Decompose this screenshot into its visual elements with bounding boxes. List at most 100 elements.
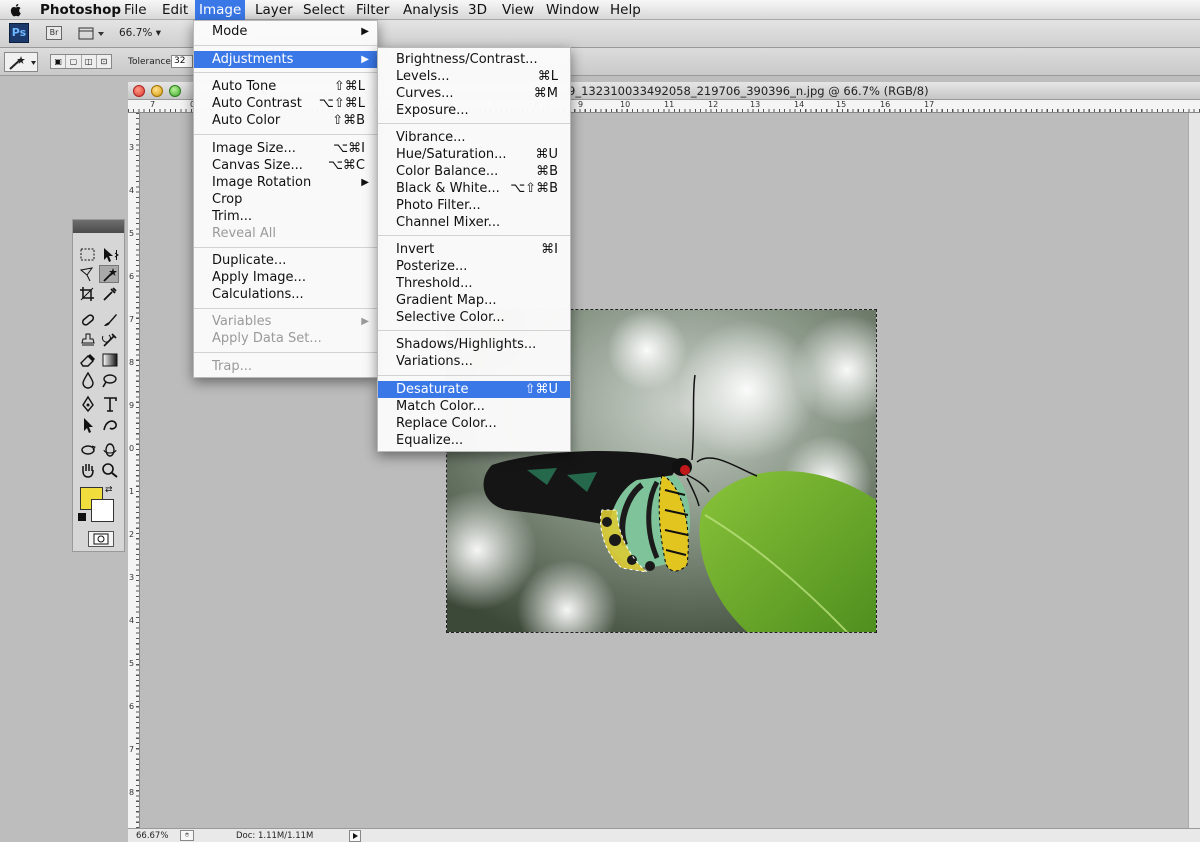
vertical-scrollbar[interactable]: [1188, 113, 1200, 828]
adjustments-item-desaturate[interactable]: Desaturate ⇧⌘U: [378, 381, 570, 398]
new-selection-icon[interactable]: ▣: [51, 55, 67, 68]
vertical-ruler[interactable]: 3456789012345678910: [128, 113, 140, 840]
image-menu-item-duplicate[interactable]: Duplicate...: [194, 252, 377, 269]
selection-mode-buttons[interactable]: ▣ ▢ ◫ ⊡: [50, 54, 112, 69]
adjustments-item-shadows-highlights[interactable]: Shadows/Highlights...: [378, 336, 570, 353]
image-menu-item-crop[interactable]: Crop: [194, 191, 377, 208]
menu-window[interactable]: Window: [546, 2, 599, 18]
menu-layer[interactable]: Layer: [255, 2, 293, 18]
blur-tool[interactable]: [78, 371, 98, 389]
adjustments-item-vibrance[interactable]: Vibrance...: [378, 129, 570, 146]
crop-tool[interactable]: [78, 285, 98, 303]
view-extras-button[interactable]: [78, 26, 106, 41]
adjustments-item-match-color[interactable]: Match Color...: [378, 398, 570, 415]
image-menu-item-auto-tone[interactable]: Auto Tone ⇧⌘L: [194, 78, 377, 95]
adjustments-item-hue-saturation[interactable]: Hue/Saturation... ⌘U: [378, 146, 570, 163]
menu-3d[interactable]: 3D: [468, 2, 487, 18]
adjustments-item-channel-mixer[interactable]: Channel Mixer...: [378, 214, 570, 231]
menu-file[interactable]: File: [124, 2, 147, 18]
intersect-selection-icon[interactable]: ⊡: [97, 55, 111, 68]
adjustments-item-posterize[interactable]: Posterize...: [378, 258, 570, 275]
adjustments-item-color-balance[interactable]: Color Balance... ⌘B: [378, 163, 570, 180]
menu-select[interactable]: Select: [303, 2, 345, 18]
eyedropper-tool[interactable]: [100, 285, 120, 303]
image-menu-item-adjustments[interactable]: Adjustments ▶: [194, 51, 377, 68]
menu-view[interactable]: View: [502, 2, 534, 18]
status-zoom-level[interactable]: 66.67%: [136, 831, 168, 841]
ruler-top-label: 12: [708, 100, 719, 109]
rectangular-marquee-tool[interactable]: [78, 246, 98, 264]
brush-tool[interactable]: [100, 311, 120, 329]
image-menu-item-image-size[interactable]: Image Size... ⌥⌘I: [194, 140, 377, 157]
pen-tool[interactable]: [78, 395, 98, 413]
menu-filter[interactable]: Filter: [356, 2, 389, 18]
adjustments-item-threshold[interactable]: Threshold...: [378, 275, 570, 292]
image-menu-item-apply-image[interactable]: Apply Image...: [194, 269, 377, 286]
lasso-tool[interactable]: [78, 265, 98, 283]
tool-preset-picker[interactable]: [4, 52, 38, 72]
swap-colors-icon[interactable]: ⇄: [105, 485, 113, 495]
launch-bridge-button[interactable]: Br: [46, 26, 62, 40]
zoom-level-select[interactable]: 66.7% ▾: [119, 27, 161, 39]
adjustments-item-curves[interactable]: Curves... ⌘M: [378, 85, 570, 102]
adjustments-item-exposure[interactable]: Exposure...: [378, 102, 570, 119]
apple-icon[interactable]: [9, 2, 23, 18]
ruler-left-label: 0: [129, 444, 135, 453]
adjustments-item-equalize[interactable]: Equalize...: [378, 432, 570, 449]
type-tool[interactable]: [100, 395, 120, 413]
3d-orbit-tool[interactable]: [100, 441, 120, 459]
tools-panel-header[interactable]: [73, 220, 124, 233]
adjustments-item-replace-color[interactable]: Replace Color...: [378, 415, 570, 432]
adjustments-item-brightness-contrast[interactable]: Brightness/Contrast...: [378, 51, 570, 68]
eraser-tool[interactable]: [78, 351, 98, 369]
adjustments-item-black-white[interactable]: Black & White... ⌥⇧⌘B: [378, 180, 570, 197]
magic-wand-tool[interactable]: [99, 265, 119, 283]
path-selection-tool[interactable]: [78, 416, 98, 434]
adjustments-item-invert[interactable]: Invert ⌘I: [378, 241, 570, 258]
gradient-tool[interactable]: [100, 351, 120, 369]
subtract-selection-icon[interactable]: ◫: [82, 55, 97, 68]
image-menu-item-trim[interactable]: Trim...: [194, 208, 377, 225]
adjustments-item-photo-filter[interactable]: Photo Filter...: [378, 197, 570, 214]
image-menu-item-reveal-all: Reveal All: [194, 225, 377, 242]
adjustments-item-selective-color[interactable]: Selective Color...: [378, 309, 570, 326]
status-menu-arrow[interactable]: [349, 830, 361, 842]
menu-item-label: Apply Image...: [212, 270, 306, 285]
menu-item-label: Threshold...: [396, 276, 473, 291]
status-info-icon[interactable]: ⌾: [180, 830, 194, 841]
image-menu-item-auto-contrast[interactable]: Auto Contrast ⌥⇧⌘L: [194, 95, 377, 112]
background-color-swatch[interactable]: [91, 499, 114, 522]
image-menu-item-mode[interactable]: Mode ▶: [194, 23, 377, 40]
image-menu-item-canvas-size[interactable]: Canvas Size... ⌥⌘C: [194, 157, 377, 174]
hand-tool[interactable]: [78, 461, 98, 479]
zoom-tool[interactable]: [100, 461, 120, 479]
tolerance-input[interactable]: 32: [171, 55, 193, 68]
menu-item-shortcut: ⌘I: [541, 242, 558, 257]
menu-analysis[interactable]: Analysis: [403, 2, 459, 18]
move-tool[interactable]: [100, 246, 120, 264]
image-menu-item-image-rotation[interactable]: Image Rotation ▶: [194, 174, 377, 191]
3d-rotate-tool[interactable]: [78, 441, 98, 459]
minimize-window-button[interactable]: [151, 85, 163, 97]
custom-shape-tool[interactable]: [100, 416, 120, 434]
menu-item-label: Duplicate...: [212, 253, 287, 268]
menu-image[interactable]: Image: [195, 0, 246, 20]
dodge-tool[interactable]: [100, 371, 120, 389]
menu-app-name[interactable]: Photoshop: [40, 2, 121, 18]
adjustments-item-gradient-map[interactable]: Gradient Map...: [378, 292, 570, 309]
image-menu: Mode ▶ Adjustments ▶ Auto Tone ⇧⌘L Auto Contra…: [193, 20, 378, 378]
quick-mask-button[interactable]: [88, 531, 114, 547]
default-colors-icon[interactable]: [78, 513, 86, 521]
image-menu-item-auto-color[interactable]: Auto Color ⇧⌘B: [194, 112, 377, 129]
menu-help[interactable]: Help: [610, 2, 641, 18]
zoom-window-button[interactable]: [169, 85, 181, 97]
adjustments-item-variations[interactable]: Variations...: [378, 353, 570, 370]
menu-edit[interactable]: Edit: [162, 2, 188, 18]
close-window-button[interactable]: [133, 85, 145, 97]
image-menu-item-calculations[interactable]: Calculations...: [194, 286, 377, 303]
clone-stamp-tool[interactable]: [78, 331, 98, 349]
healing-brush-tool[interactable]: [78, 311, 98, 329]
adjustments-item-levels[interactable]: Levels... ⌘L: [378, 68, 570, 85]
add-selection-icon[interactable]: ▢: [66, 55, 82, 68]
history-brush-tool[interactable]: [100, 331, 120, 349]
